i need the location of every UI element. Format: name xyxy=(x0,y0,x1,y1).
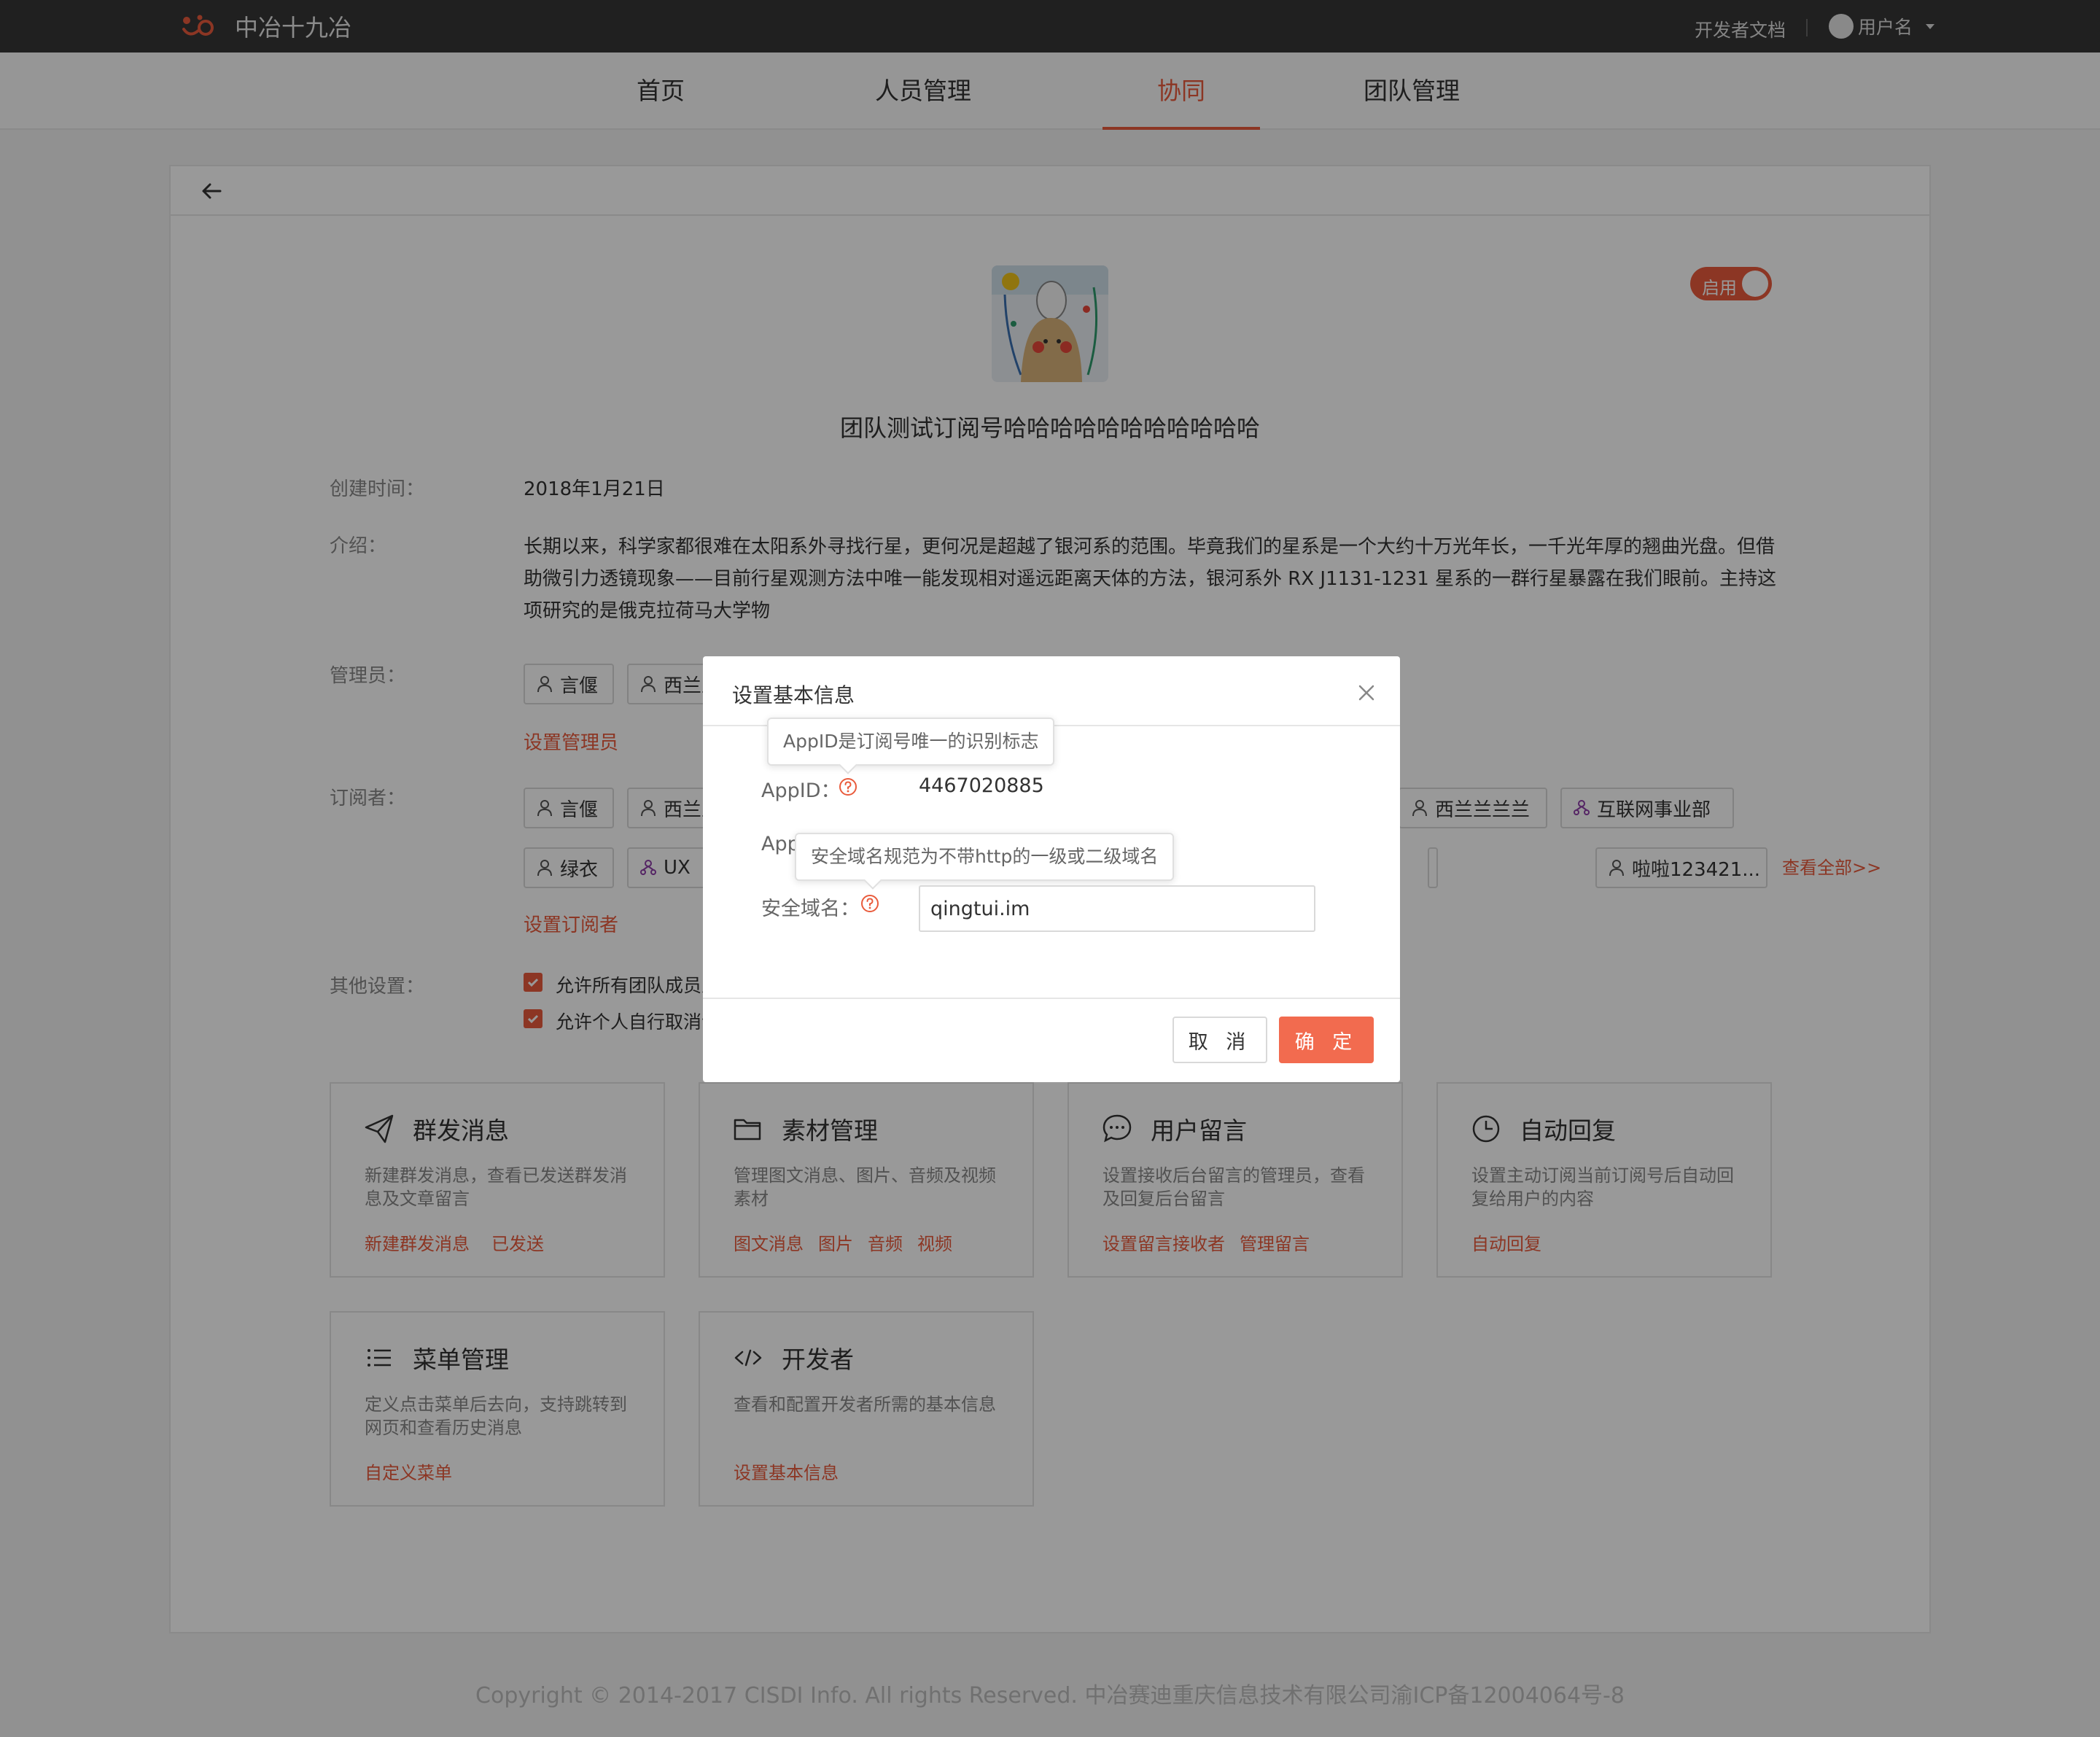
domain-tooltip: 安全域名规范为不带http的一级或二级域名 xyxy=(795,833,1175,881)
close-icon[interactable] xyxy=(1356,683,1377,703)
appid-value: 4467020885 xyxy=(919,774,1044,797)
modal-footer-divider xyxy=(703,998,1400,999)
modal-title: 设置基本信息 xyxy=(732,683,855,707)
help-icon[interactable] xyxy=(839,777,858,796)
help-icon[interactable] xyxy=(860,894,879,913)
cancel-button[interactable]: 取 消 xyxy=(1172,1017,1267,1063)
confirm-button[interactable]: 确 定 xyxy=(1279,1017,1374,1063)
domain-input[interactable] xyxy=(919,885,1315,932)
appid-label: AppID： xyxy=(761,780,841,802)
appid-tooltip: AppID是订阅号唯一的识别标志 xyxy=(767,718,1055,766)
domain-label: 安全域名： xyxy=(761,898,860,920)
basic-info-modal: 设置基本信息 AppID是订阅号唯一的识别标志 AppID： 446702088… xyxy=(703,656,1400,1082)
app-secret-label: App xyxy=(761,833,800,855)
